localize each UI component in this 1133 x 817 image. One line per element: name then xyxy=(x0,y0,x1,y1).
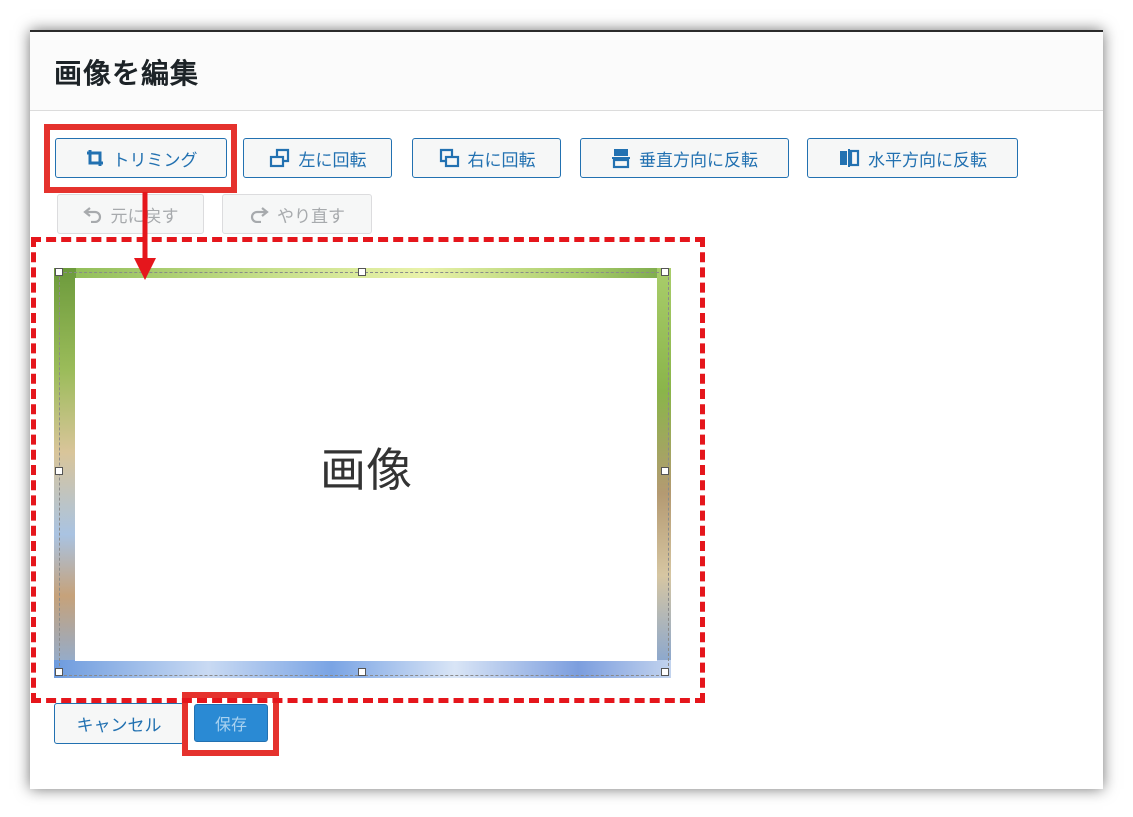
edit-image-dialog: 画像を編集 トリミング 左に回転 右に回転 垂直方向に反転 水平方向に反転 やり… xyxy=(30,30,1103,789)
flip-horizontal-icon xyxy=(838,148,860,168)
crop-selection[interactable] xyxy=(59,272,669,676)
redo-button[interactable]: やり直す xyxy=(222,194,372,234)
crop-handle-bottom-right[interactable] xyxy=(661,668,669,676)
rotate-left-label: 左に回転 xyxy=(298,150,367,171)
rotate-left-icon xyxy=(269,147,291,169)
rotate-right-icon xyxy=(438,147,460,169)
page-title: 画像を編集 xyxy=(54,57,200,90)
save-button[interactable]: 保存 xyxy=(194,704,268,742)
undo-icon xyxy=(82,205,103,223)
cancel-button[interactable]: キャンセル xyxy=(54,703,184,744)
crop-handle-left[interactable] xyxy=(55,467,63,475)
flip-vertical-button[interactable]: 垂直方向に反転 xyxy=(580,138,789,178)
cancel-label: キャンセル xyxy=(76,716,162,736)
crop-icon xyxy=(85,148,105,168)
rotate-left-button[interactable]: 左に回転 xyxy=(243,138,392,178)
save-label: 保存 xyxy=(214,715,247,734)
crop-handle-top[interactable] xyxy=(358,268,366,276)
flip-horizontal-label: 水平方向に反転 xyxy=(868,150,987,171)
rotate-right-button[interactable]: 右に回転 xyxy=(412,138,561,178)
redo-label: やり直す xyxy=(277,206,345,227)
crop-handle-top-left[interactable] xyxy=(55,268,63,276)
crop-button[interactable]: トリミング xyxy=(55,138,227,178)
flip-horizontal-button[interactable]: 水平方向に反転 xyxy=(807,138,1018,178)
crop-handle-bottom[interactable] xyxy=(358,668,366,676)
dialog-header: 画像を編集 xyxy=(30,32,1103,111)
redo-icon xyxy=(249,205,269,223)
flip-vertical-icon xyxy=(611,147,631,169)
crop-handle-right[interactable] xyxy=(661,467,669,475)
flip-vertical-label: 垂直方向に反転 xyxy=(639,150,758,171)
crop-handle-bottom-left[interactable] xyxy=(55,668,63,676)
rotate-right-label: 右に回転 xyxy=(467,150,536,171)
arrow-annotation xyxy=(134,192,156,280)
crop-button-label: トリミング xyxy=(112,150,198,171)
crop-handle-top-right[interactable] xyxy=(661,268,669,276)
